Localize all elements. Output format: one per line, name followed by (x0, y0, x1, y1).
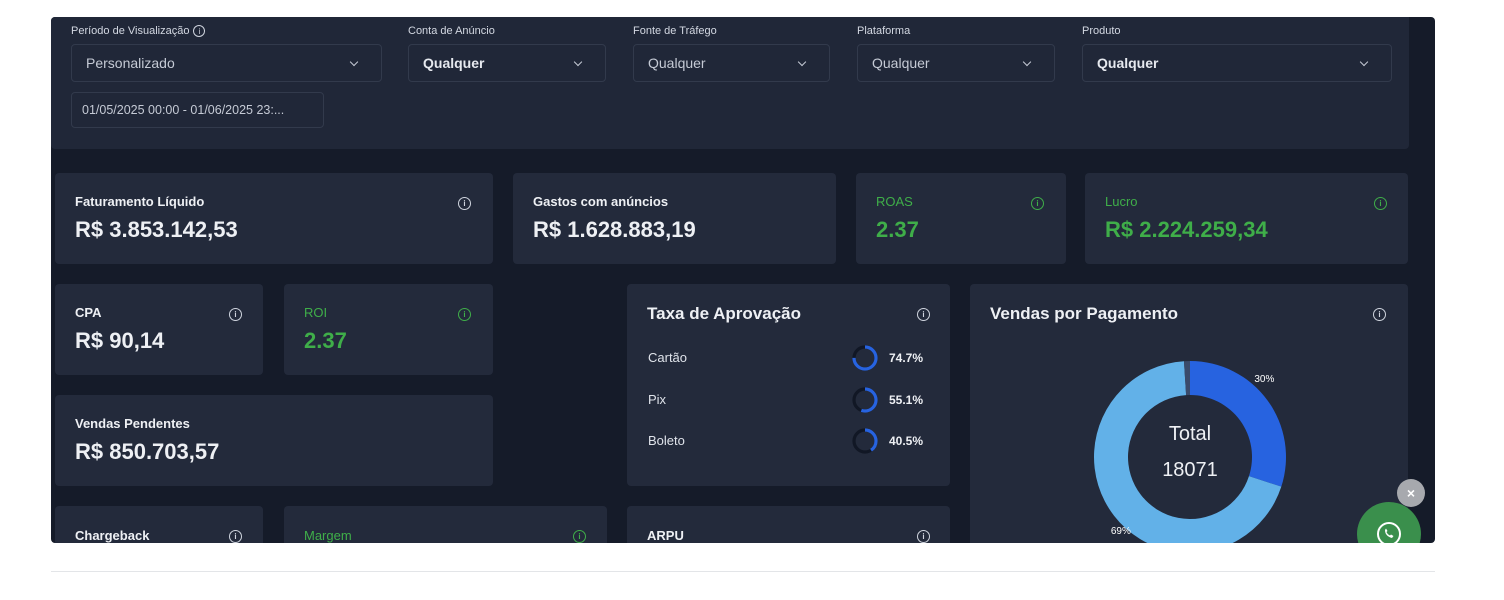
card-label: Margem (304, 528, 352, 543)
info-icon[interactable]: i (458, 308, 471, 321)
info-icon[interactable]: i (1031, 197, 1044, 210)
info-icon[interactable]: i (229, 308, 242, 321)
chevron-down-icon (1359, 57, 1369, 66)
card-value: 2.37 (876, 217, 919, 242)
info-icon[interactable]: i (917, 530, 930, 543)
card-arpu: ARPU i (627, 506, 950, 543)
divider (51, 571, 1435, 572)
info-icon[interactable]: i (917, 308, 930, 321)
filter-fonte-label: Fonte de Tráfego (633, 25, 717, 37)
info-icon[interactable]: i (229, 530, 242, 543)
card-margem: Margem i (284, 506, 607, 543)
card-gastos: Gastos com anúncios R$ 1.628.883,19 (513, 173, 836, 264)
filter-conta-label: Conta de Anúncio (408, 25, 495, 37)
donut-slice-label: 30% (1254, 374, 1274, 385)
card-label: Gastos com anúncios (533, 194, 669, 209)
rate-name: Cartão (648, 350, 688, 365)
fonte-select[interactable]: Qualquer (633, 44, 830, 82)
conta-select[interactable]: Qualquer (408, 44, 606, 82)
card-chargeback: Chargeback i (55, 506, 263, 543)
rate-row-boleto: Boleto 40.5% (648, 428, 931, 454)
info-icon[interactable]: i (573, 530, 586, 543)
rate-value: 74.7% (889, 351, 924, 365)
progress-ring (852, 345, 878, 371)
chevron-down-icon (797, 57, 807, 66)
rate-name: Boleto (648, 433, 685, 448)
donut-total-label: Total (1169, 423, 1211, 445)
filter-periodo-label-text: Período de Visualização (71, 25, 190, 37)
produto-select-value: Qualquer (1097, 55, 1159, 71)
card-taxa-aprovacao: Taxa de Aprovação i Cartão 74.7% Pix 55.… (627, 284, 950, 486)
date-range-input[interactable]: 01/05/2025 00:00 - 01/06/2025 23:... (71, 92, 324, 128)
card-lucro: Lucro R$ 2.224.259,34 i (1085, 173, 1408, 264)
rate-value: 55.1% (889, 393, 924, 407)
chevron-down-icon (349, 57, 359, 66)
card-label: ROI (304, 305, 328, 320)
rate-row-cartao: Cartão 74.7% (648, 345, 931, 371)
rate-value: 40.5% (889, 434, 924, 448)
donut-total-value: 18071 (1162, 459, 1218, 481)
card-vendas-pagamento: Vendas por Pagamento i Total 18071 30% 69… (970, 284, 1408, 543)
chevron-down-icon (573, 57, 583, 66)
card-pendentes: Vendas Pendentes R$ 850.703,57 (55, 395, 493, 486)
plataforma-select[interactable]: Qualquer (857, 44, 1055, 82)
info-icon[interactable]: i (1374, 197, 1387, 210)
rate-name: Pix (648, 392, 667, 407)
filter-produto-label: Produto (1082, 25, 1121, 37)
card-value: 2.37 (304, 328, 347, 353)
card-value: R$ 1.628.883,19 (533, 217, 696, 242)
fonte-select-value: Qualquer (648, 55, 706, 71)
card-label: CPA (75, 305, 102, 320)
card-label: Chargeback (75, 528, 150, 543)
card-cpa: CPA R$ 90,14 i (55, 284, 263, 375)
filter-plataforma-label: Plataforma (857, 25, 911, 37)
whatsapp-icon (1377, 522, 1401, 543)
conta-select-value: Qualquer (423, 55, 485, 71)
card-value: R$ 3.853.142,53 (75, 217, 238, 242)
card-value: R$ 2.224.259,34 (1105, 217, 1268, 242)
rate-row-pix: Pix 55.1% (648, 387, 931, 413)
progress-ring (852, 387, 878, 413)
card-label: ARPU (647, 528, 684, 543)
card-label: Lucro (1105, 194, 1138, 209)
plataforma-select-value: Qualquer (872, 55, 930, 71)
card-label: Vendas Pendentes (75, 416, 190, 431)
periodo-select[interactable]: Personalizado (71, 44, 382, 82)
info-icon[interactable]: i (193, 25, 206, 37)
donut-chart: Total 18071 30% 69% (1094, 361, 1286, 543)
produto-select[interactable]: Qualquer (1082, 44, 1392, 82)
progress-ring (852, 428, 878, 454)
card-label: ROAS (876, 194, 913, 209)
periodo-select-value: Personalizado (86, 55, 175, 71)
dashboard: Período de Visualização i Personalizado … (51, 17, 1435, 543)
card-value: R$ 90,14 (75, 328, 165, 353)
card-title: Taxa de Aprovação (647, 304, 802, 323)
card-roi: ROI 2.37 i (284, 284, 493, 375)
card-label: Faturamento Líquido (75, 194, 205, 209)
info-icon[interactable]: i (458, 197, 471, 210)
card-value: R$ 850.703,57 (75, 439, 220, 464)
filter-periodo-label: Período de Visualização i (71, 25, 206, 37)
donut-slice-label: 69% (1111, 526, 1131, 537)
chevron-down-icon (1022, 57, 1032, 66)
card-roas: ROAS 2.37 i (856, 173, 1066, 264)
filter-panel: Período de Visualização i Personalizado … (51, 17, 1409, 149)
card-faturamento: Faturamento Líquido R$ 3.853.142,53 i (55, 173, 493, 264)
close-icon[interactable]: × (1397, 479, 1425, 507)
